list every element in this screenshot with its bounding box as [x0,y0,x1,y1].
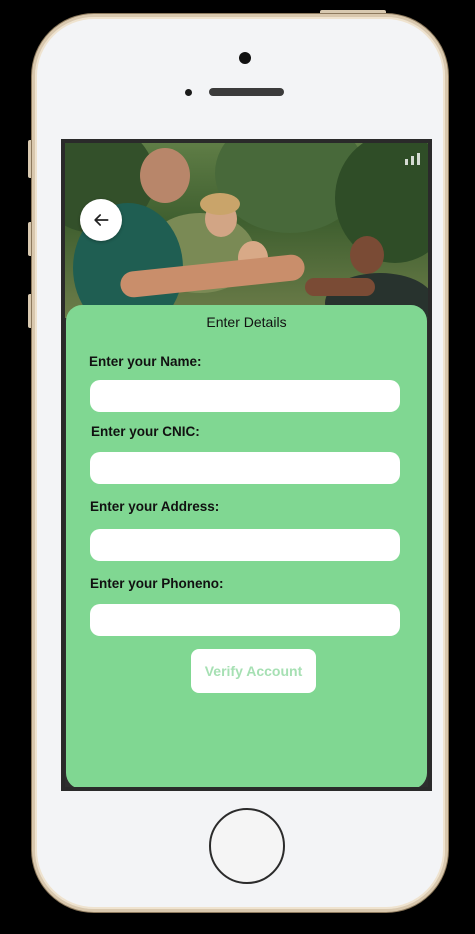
home-button[interactable] [209,808,285,884]
photo-person-head [350,236,384,274]
name-input[interactable] [90,380,400,412]
address-input[interactable] [90,529,400,561]
details-form-card: Enter Details Enter your Name: Enter you… [66,305,427,787]
photo-arm [305,278,375,296]
name-label: Enter your Name: [89,354,202,369]
phone-screen: Enter Details Enter your Name: Enter you… [61,139,432,791]
phone-label: Enter your Phoneno: [90,576,224,591]
front-camera [239,52,251,64]
page-title: Enter Details [206,314,287,330]
status-bar-icons [405,153,420,165]
address-label: Enter your Address: [90,499,220,514]
photo-person-hair [200,193,240,215]
verify-account-button[interactable]: Verify Account [191,649,316,693]
cnic-input[interactable] [90,452,400,484]
cnic-label: Enter your CNIC: [91,424,200,439]
canvas: Enter Details Enter your Name: Enter you… [0,0,475,934]
proximity-sensor [185,89,192,96]
earpiece-speaker [209,88,284,96]
photo-person-head [140,148,190,203]
phone-input[interactable] [90,604,400,636]
header-photo [65,143,428,318]
arrow-left-icon [94,214,109,226]
back-button[interactable] [80,199,122,241]
